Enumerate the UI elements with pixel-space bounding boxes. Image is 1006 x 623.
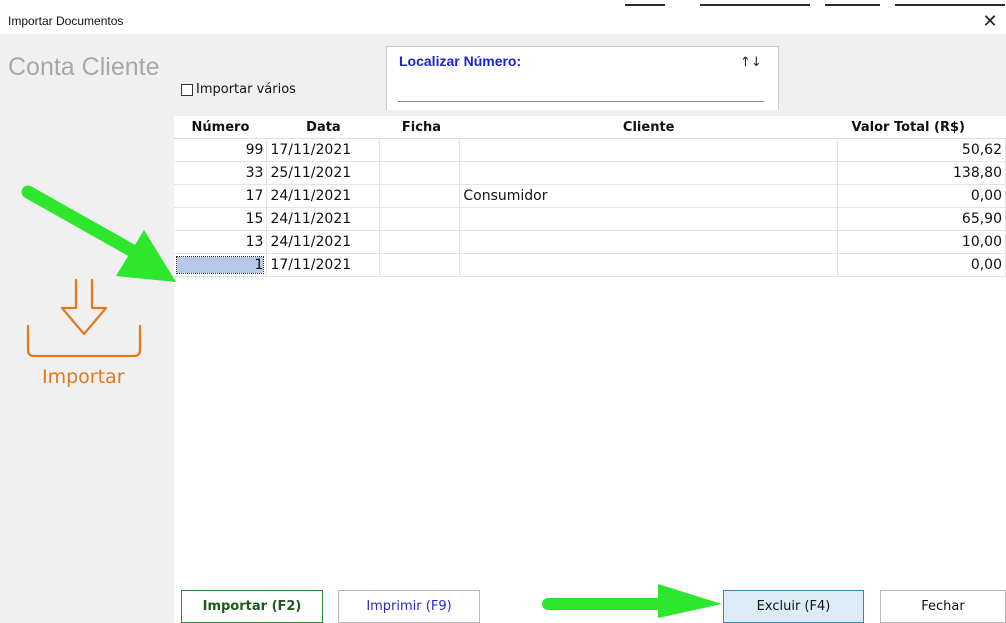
imprimir-button[interactable]: Imprimir (F9) (338, 590, 480, 623)
cell-cliente[interactable] (459, 138, 839, 162)
cell-valor[interactable]: 0,00 (837, 253, 1006, 277)
cell-data[interactable]: 17/11/2021 (266, 253, 381, 277)
cell-cliente[interactable] (459, 207, 839, 231)
table-row[interactable]: 99 17/11/2021 50,62 (174, 138, 1006, 162)
table-row[interactable]: 15 24/11/2021 65,90 (174, 207, 1006, 231)
excluir-button[interactable]: Excluir (F4) (723, 590, 864, 623)
annotation-arrow-icon (542, 584, 722, 618)
importar-varios-checkbox[interactable]: Importar vários (181, 82, 296, 97)
checkbox-box[interactable] (181, 83, 193, 96)
background-window-edge (825, 4, 880, 6)
background-window-edge (625, 4, 665, 6)
table-row[interactable]: 17 24/11/2021 Consumidor 0,00 (174, 184, 1006, 208)
cell-ficha[interactable] (379, 230, 461, 254)
cell-cliente[interactable] (459, 161, 839, 185)
search-input[interactable] (398, 77, 764, 102)
documents-table: Número Data Ficha Cliente Valor Total (R… (174, 116, 1006, 277)
importar-button[interactable]: Importar (F2) (181, 590, 323, 623)
table-row-selected[interactable]: 1 17/11/2021 0,00 (174, 253, 1006, 277)
annotation-arrow-icon (21, 185, 176, 282)
cell-data[interactable]: 24/11/2021 (266, 184, 381, 208)
import-label[interactable]: Importar (42, 366, 125, 388)
window-title: Importar Documentos (8, 14, 124, 28)
col-header-cliente[interactable]: Cliente (459, 116, 838, 139)
conta-cliente-heading: Conta Cliente (8, 53, 160, 81)
cell-valor[interactable]: 138,80 (837, 161, 1006, 185)
cell-data[interactable]: 25/11/2021 (266, 161, 381, 185)
col-header-data[interactable]: Data (266, 116, 380, 139)
cell-valor[interactable]: 10,00 (837, 230, 1006, 254)
cell-ficha[interactable] (379, 161, 461, 185)
col-header-valor[interactable]: Valor Total (R$) (837, 116, 1006, 139)
cell-numero[interactable]: 99 (174, 138, 268, 162)
fechar-button[interactable]: Fechar (880, 590, 1006, 623)
col-header-numero[interactable]: Número (174, 116, 267, 139)
documents-table-container: Número Data Ficha Cliente Valor Total (R… (174, 116, 1006, 586)
search-label: Localizar Número: (399, 53, 522, 69)
cell-valor[interactable]: 50,62 (837, 138, 1006, 162)
importar-varios-label: Importar vários (196, 82, 296, 97)
background-window-edge (700, 4, 810, 6)
cell-ficha[interactable] (379, 138, 461, 162)
cell-data[interactable]: 17/11/2021 (266, 138, 381, 162)
cell-cliente[interactable] (459, 253, 839, 277)
table-row[interactable]: 13 24/11/2021 10,00 (174, 230, 1006, 254)
table-row[interactable]: 33 25/11/2021 138,80 (174, 161, 1006, 185)
cell-cliente[interactable] (459, 230, 839, 254)
background-window-edge (895, 4, 1005, 6)
table-header-row: Número Data Ficha Cliente Valor Total (R… (174, 116, 1006, 139)
cell-ficha[interactable] (379, 184, 461, 208)
cell-cliente[interactable]: Consumidor (459, 184, 839, 208)
cell-ficha[interactable] (379, 207, 461, 231)
sort-arrows-icon[interactable]: ↑↓ (740, 55, 762, 70)
cell-valor[interactable]: 0,00 (837, 184, 1006, 208)
cell-valor[interactable]: 65,90 (837, 207, 1006, 231)
cell-data[interactable]: 24/11/2021 (266, 230, 381, 254)
cell-ficha[interactable] (379, 253, 461, 277)
col-header-ficha[interactable]: Ficha (379, 116, 460, 139)
close-icon[interactable]: ✕ (980, 13, 1000, 33)
cell-data[interactable]: 24/11/2021 (266, 207, 381, 231)
